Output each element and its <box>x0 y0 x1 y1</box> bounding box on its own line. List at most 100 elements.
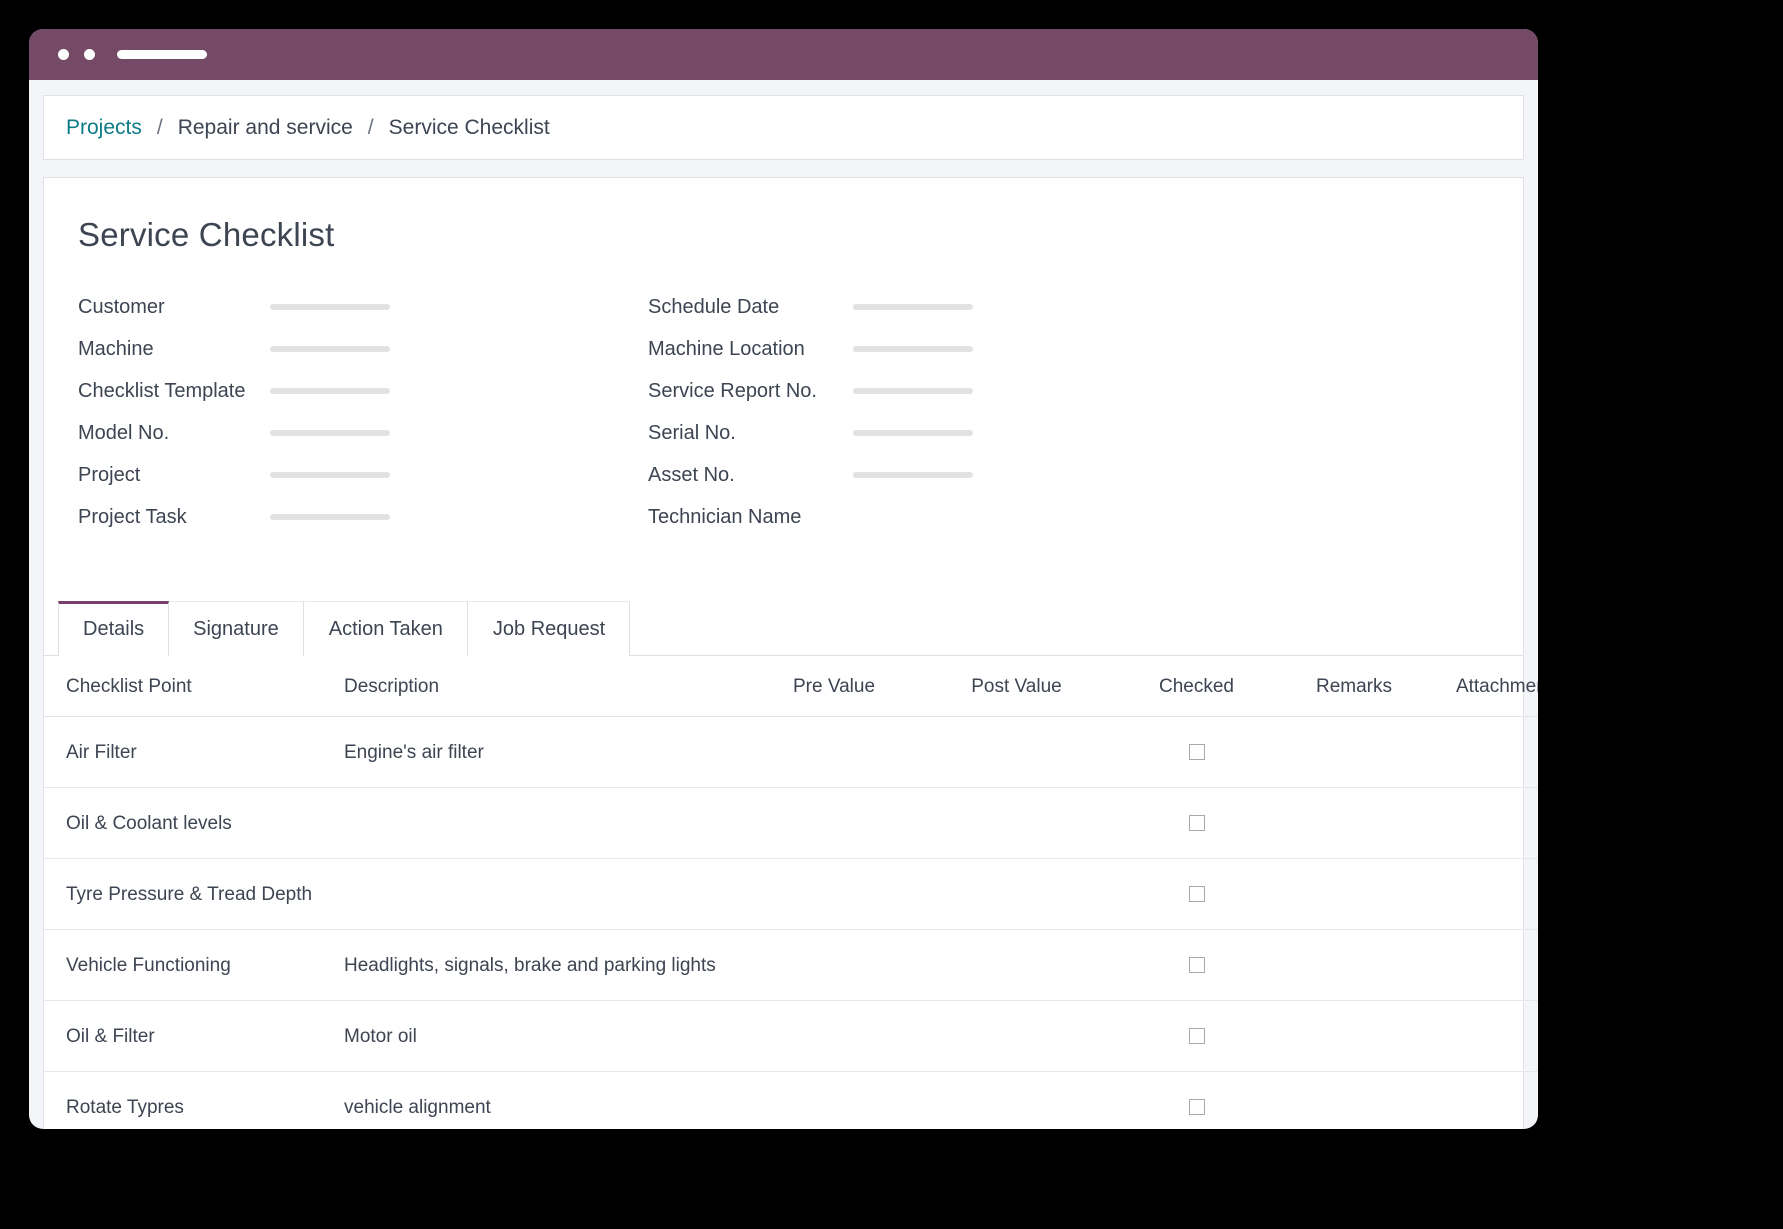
field-label-technician-name: Technician Name <box>648 506 853 529</box>
cell-remarks[interactable] <box>1284 1072 1424 1130</box>
checked-checkbox[interactable] <box>1189 886 1205 902</box>
field-value-asset-no[interactable] <box>853 472 973 478</box>
field-label-machine: Machine <box>78 338 270 361</box>
cell-post-value[interactable] <box>924 717 1109 788</box>
cell-checklist-point[interactable]: Oil & Coolant levels <box>44 788 344 859</box>
titlebar-dot-1 <box>58 49 69 60</box>
field-label-project-task: Project Task <box>78 506 270 529</box>
field-checklist-template[interactable]: Checklist Template <box>78 370 648 412</box>
column-header-description: Description <box>344 656 744 717</box>
cell-post-value[interactable] <box>924 1001 1109 1072</box>
titlebar-bar <box>117 50 207 59</box>
cell-pre-value[interactable] <box>744 930 924 1001</box>
checked-checkbox[interactable] <box>1189 957 1205 973</box>
cell-remarks[interactable] <box>1284 930 1424 1001</box>
table-row: Vehicle FunctioningHeadlights, signals, … <box>44 930 1538 1001</box>
column-header-checklist-point: Checklist Point <box>44 656 344 717</box>
field-customer[interactable]: Customer <box>78 286 648 328</box>
breadcrumb: Projects / Repair and service / Service … <box>43 95 1524 160</box>
field-value-schedule-date[interactable] <box>853 304 973 310</box>
field-technician-name[interactable]: Technician Name <box>648 496 1523 538</box>
field-value-serial-no[interactable] <box>853 430 973 436</box>
cell-checked <box>1109 859 1284 930</box>
checked-checkbox[interactable] <box>1189 1028 1205 1044</box>
cell-post-value[interactable] <box>924 788 1109 859</box>
cell-checklist-point[interactable]: Rotate Typres <box>44 1072 344 1130</box>
field-value-machine-location[interactable] <box>853 346 973 352</box>
cell-description[interactable]: Headlights, signals, brake and parking l… <box>344 930 744 1001</box>
cell-remarks[interactable] <box>1284 859 1424 930</box>
field-value-project[interactable] <box>270 472 390 478</box>
cell-post-value[interactable] <box>924 859 1109 930</box>
field-machine[interactable]: Machine <box>78 328 648 370</box>
field-project[interactable]: Project <box>78 454 648 496</box>
field-value-customer[interactable] <box>270 304 390 310</box>
cell-attachment[interactable] <box>1424 717 1538 788</box>
cell-pre-value[interactable] <box>744 717 924 788</box>
breadcrumb-item-projects[interactable]: Projects <box>66 116 142 140</box>
form-grid: Customer Machine Checklist Template <box>44 286 1523 538</box>
tab-action-taken-label: Action Taken <box>329 618 443 640</box>
column-header-post-value: Post Value <box>924 656 1109 717</box>
field-asset-no[interactable]: Asset No. <box>648 454 1523 496</box>
cell-checklist-point[interactable]: Vehicle Functioning <box>44 930 344 1001</box>
field-service-report-no[interactable]: Service Report No. <box>648 370 1523 412</box>
field-label-checklist-template: Checklist Template <box>78 380 270 403</box>
checked-checkbox[interactable] <box>1189 815 1205 831</box>
cell-checklist-point[interactable]: Air Filter <box>44 717 344 788</box>
field-value-machine[interactable] <box>270 346 390 352</box>
tab-details[interactable]: Details <box>58 601 169 656</box>
cell-attachment[interactable] <box>1424 1001 1538 1072</box>
cell-remarks[interactable] <box>1284 1001 1424 1072</box>
tab-job-request-label: Job Request <box>493 618 605 640</box>
form-column-right: Schedule Date Machine Location Service R… <box>648 286 1523 538</box>
cell-checked <box>1109 788 1284 859</box>
cell-checked <box>1109 930 1284 1001</box>
app-window: Projects / Repair and service / Service … <box>29 29 1538 1129</box>
field-value-checklist-template[interactable] <box>270 388 390 394</box>
field-value-project-task[interactable] <box>270 514 390 520</box>
cell-pre-value[interactable] <box>744 1072 924 1130</box>
tab-signature[interactable]: Signature <box>169 601 304 656</box>
field-label-serial-no: Serial No. <box>648 422 853 445</box>
cell-remarks[interactable] <box>1284 788 1424 859</box>
cell-attachment[interactable] <box>1424 788 1538 859</box>
cell-attachment[interactable] <box>1424 859 1538 930</box>
tab-job-request[interactable]: Job Request <box>468 601 630 656</box>
field-schedule-date[interactable]: Schedule Date <box>648 286 1523 328</box>
field-serial-no[interactable]: Serial No. <box>648 412 1523 454</box>
cell-checklist-point[interactable]: Tyre Pressure & Tread Depth <box>44 859 344 930</box>
cell-attachment[interactable] <box>1424 1072 1538 1130</box>
breadcrumb-item-repair-and-service[interactable]: Repair and service <box>178 116 353 140</box>
table-row: Air FilterEngine's air filter <box>44 717 1538 788</box>
column-header-pre-value: Pre Value <box>744 656 924 717</box>
service-checklist-card: Service Checklist Customer Machine <box>43 177 1524 1129</box>
cell-description[interactable] <box>344 859 744 930</box>
breadcrumb-separator-2: / <box>368 116 374 140</box>
table-header-row: Checklist Point Description Pre Value Po… <box>44 656 1538 717</box>
field-value-model-no[interactable] <box>270 430 390 436</box>
field-machine-location[interactable]: Machine Location <box>648 328 1523 370</box>
table-row: Oil & FilterMotor oil <box>44 1001 1538 1072</box>
field-project-task[interactable]: Project Task <box>78 496 648 538</box>
page-title: Service Checklist <box>78 216 1523 254</box>
cell-description[interactable]: Motor oil <box>344 1001 744 1072</box>
tab-action-taken[interactable]: Action Taken <box>304 601 468 656</box>
cell-description[interactable]: Engine's air filter <box>344 717 744 788</box>
tabs: Details Signature Action Taken Job Reque… <box>44 600 1523 656</box>
cell-description[interactable] <box>344 788 744 859</box>
cell-pre-value[interactable] <box>744 859 924 930</box>
checked-checkbox[interactable] <box>1189 1099 1205 1115</box>
cell-post-value[interactable] <box>924 1072 1109 1130</box>
cell-pre-value[interactable] <box>744 1001 924 1072</box>
field-value-technician-name[interactable] <box>853 514 973 520</box>
cell-pre-value[interactable] <box>744 788 924 859</box>
field-value-service-report-no[interactable] <box>853 388 973 394</box>
cell-remarks[interactable] <box>1284 717 1424 788</box>
checked-checkbox[interactable] <box>1189 744 1205 760</box>
cell-post-value[interactable] <box>924 930 1109 1001</box>
field-model-no[interactable]: Model No. <box>78 412 648 454</box>
cell-checklist-point[interactable]: Oil & Filter <box>44 1001 344 1072</box>
cell-attachment[interactable] <box>1424 930 1538 1001</box>
cell-description[interactable]: vehicle alignment <box>344 1072 744 1130</box>
